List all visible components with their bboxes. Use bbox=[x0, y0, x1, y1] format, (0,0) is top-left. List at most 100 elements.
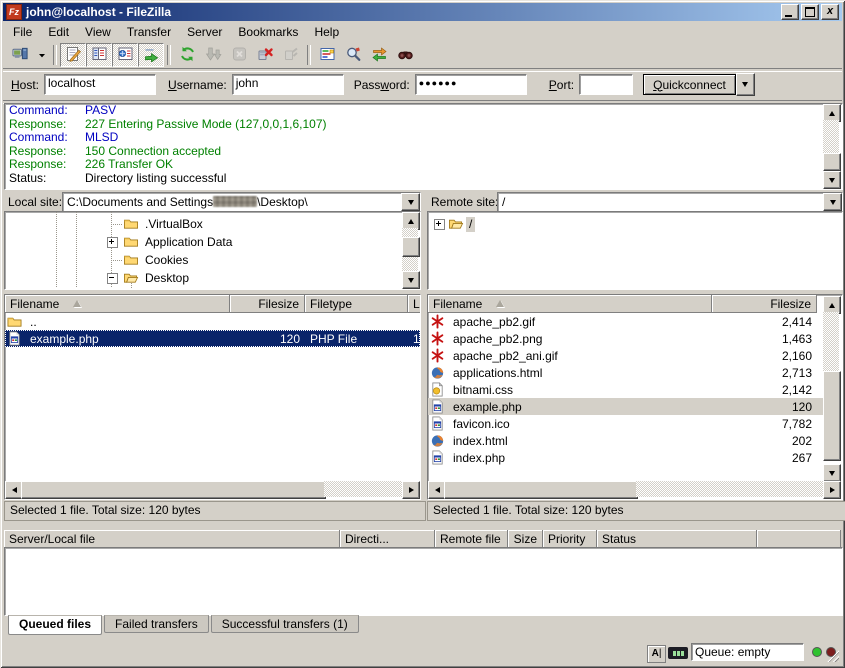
file-row-bitnami-css[interactable]: bitnami.css2,142 bbox=[428, 381, 823, 398]
log-type: Response: bbox=[9, 118, 85, 132]
php-doc bbox=[7, 331, 22, 346]
password-input[interactable]: ●●●●●● bbox=[415, 74, 527, 95]
queue-column-directi-[interactable]: Directi... bbox=[340, 530, 435, 548]
queue-column-size[interactable]: Size bbox=[508, 530, 543, 548]
scroll-thumb[interactable] bbox=[21, 481, 326, 499]
local-tree-icon bbox=[91, 46, 108, 65]
column-header-l[interactable]: L bbox=[408, 295, 421, 313]
tree-item-application-data[interactable]: Application Data bbox=[5, 233, 420, 251]
file-row-example-php[interactable]: example.php120 bbox=[428, 398, 823, 415]
tree-item-cookies[interactable]: Cookies bbox=[5, 251, 420, 269]
site-manager-button[interactable] bbox=[7, 43, 33, 67]
refresh-button[interactable] bbox=[174, 43, 200, 67]
menu-item-server[interactable]: Server bbox=[179, 23, 230, 41]
quickconnect-button[interactable]: Quickconnect bbox=[643, 74, 736, 95]
directory-comparison-button[interactable] bbox=[340, 43, 366, 67]
server-icon bbox=[12, 46, 29, 65]
tab-successful-transfers-1-[interactable]: Successful transfers (1) bbox=[211, 615, 359, 633]
ascii-data-type-icon[interactable]: A| bbox=[647, 645, 666, 663]
menu-item-bookmarks[interactable]: Bookmarks bbox=[230, 23, 306, 41]
port-input[interactable] bbox=[579, 74, 633, 95]
synchronized-browsing-button[interactable] bbox=[366, 43, 392, 67]
cell-name: bitnami.css bbox=[448, 383, 712, 397]
remote-directory-tree: / bbox=[427, 211, 843, 290]
scroll-thumb[interactable] bbox=[402, 237, 420, 257]
menu-item-file[interactable]: File bbox=[5, 23, 40, 41]
queue-column-status[interactable]: Status bbox=[597, 530, 757, 548]
column-header-filetype[interactable]: Filetype bbox=[305, 295, 408, 313]
file-row--[interactable]: .. bbox=[5, 313, 420, 330]
scroll-thumb[interactable] bbox=[444, 481, 638, 499]
speed-limit-icon[interactable] bbox=[668, 647, 688, 659]
close-button[interactable]: x bbox=[821, 4, 839, 20]
menu-bar: FileEditViewTransferServerBookmarksHelp bbox=[3, 22, 844, 41]
maximize-button[interactable] bbox=[801, 4, 819, 20]
toolbar bbox=[3, 42, 845, 68]
tab-failed-transfers[interactable]: Failed transfers bbox=[104, 615, 209, 633]
scroll-track[interactable] bbox=[823, 312, 839, 371]
tree-item--virtualbox[interactable]: .VirtualBox bbox=[5, 215, 420, 233]
scroll-track[interactable] bbox=[636, 481, 823, 497]
file-row-apache-pb2-gif[interactable]: apache_pb2.gif2,414 bbox=[428, 313, 823, 330]
find-files-button[interactable] bbox=[392, 43, 418, 67]
scroll-down-button[interactable] bbox=[823, 171, 841, 189]
queue-column-remote-file[interactable]: Remote file bbox=[435, 530, 508, 548]
menu-item-help[interactable]: Help bbox=[306, 23, 347, 41]
username-input[interactable]: john bbox=[232, 74, 344, 95]
file-row-favicon-ico[interactable]: favicon.ico7,782 bbox=[428, 415, 823, 432]
disconnect-button[interactable] bbox=[252, 43, 278, 67]
scroll-right-button[interactable] bbox=[823, 481, 841, 499]
quickconnect-dropdown-button[interactable] bbox=[736, 73, 755, 96]
cancel-operation-button bbox=[226, 43, 252, 67]
scroll-down-button[interactable] bbox=[823, 464, 841, 482]
column-header-label: Directi... bbox=[345, 531, 389, 547]
column-header-filename[interactable]: Filename bbox=[428, 295, 712, 313]
scroll-down-button[interactable] bbox=[402, 271, 420, 289]
collapse-icon[interactable] bbox=[107, 273, 118, 284]
menu-item-transfer[interactable]: Transfer bbox=[119, 23, 179, 41]
scroll-thumb[interactable] bbox=[823, 371, 841, 461]
queue-column-server-local-file[interactable]: Server/Local file bbox=[4, 530, 340, 548]
scroll-thumb[interactable] bbox=[823, 153, 841, 171]
remote-site-dropdown-button[interactable] bbox=[823, 193, 842, 211]
queue-tabs: Queued filesFailed transfersSuccessful t… bbox=[8, 615, 361, 635]
file-row-index-html[interactable]: index.html202 bbox=[428, 432, 823, 449]
arrow-left-icon bbox=[12, 487, 17, 493]
file-row-index-php[interactable]: index.php267 bbox=[428, 449, 823, 466]
expand-icon[interactable] bbox=[107, 237, 118, 248]
column-header-filesize[interactable]: Filesize bbox=[230, 295, 305, 313]
toggle-message-log-button[interactable] bbox=[60, 43, 86, 67]
scroll-right-button[interactable] bbox=[402, 481, 420, 499]
tree-item--[interactable]: / bbox=[428, 215, 842, 233]
queue-column-priority[interactable]: Priority bbox=[543, 530, 597, 548]
column-header-filesize[interactable]: Filesize bbox=[712, 295, 817, 313]
scroll-track[interactable] bbox=[324, 481, 402, 497]
folder-icon bbox=[123, 252, 139, 267]
site-manager-dropdown-button[interactable] bbox=[33, 43, 50, 67]
menu-item-view[interactable]: View bbox=[77, 23, 119, 41]
menu-item-edit[interactable]: Edit bbox=[40, 23, 77, 41]
host-input[interactable]: localhost bbox=[44, 74, 156, 95]
local-site-dropdown-button[interactable] bbox=[401, 193, 420, 211]
directory-filters-button[interactable] bbox=[314, 43, 340, 67]
remote-site-combo[interactable]: / bbox=[497, 192, 843, 212]
local-site-combo[interactable]: C:\Documents and Settings\Desktop\ bbox=[62, 192, 421, 212]
toggle-remote-tree-button[interactable] bbox=[112, 43, 138, 67]
toggle-local-tree-button[interactable] bbox=[86, 43, 112, 67]
cell-name: index.php bbox=[448, 451, 712, 465]
file-row-applications-html[interactable]: applications.html2,713 bbox=[428, 364, 823, 381]
log-message: Directory listing successful bbox=[85, 172, 226, 186]
cell-size: 202 bbox=[712, 434, 817, 448]
expand-icon[interactable] bbox=[434, 219, 445, 230]
file-row-apache-pb2-png[interactable]: apache_pb2.png1,463 bbox=[428, 330, 823, 347]
file-row-example-php[interactable]: example.php120PHP File1 bbox=[5, 330, 420, 347]
file-row-apache-pb2-ani-gif[interactable]: apache_pb2_ani.gif2,160 bbox=[428, 347, 823, 364]
toggle-transfer-queue-button[interactable] bbox=[138, 43, 164, 67]
compare-icon bbox=[345, 46, 362, 65]
minimize-button[interactable] bbox=[781, 4, 799, 20]
tab-queued-files[interactable]: Queued files bbox=[8, 615, 102, 635]
column-header-filename[interactable]: Filename bbox=[5, 295, 230, 313]
arrow-down-icon bbox=[829, 471, 835, 476]
tree-item-desktop[interactable]: Desktop bbox=[5, 269, 420, 287]
arrow-up-icon bbox=[829, 111, 835, 116]
